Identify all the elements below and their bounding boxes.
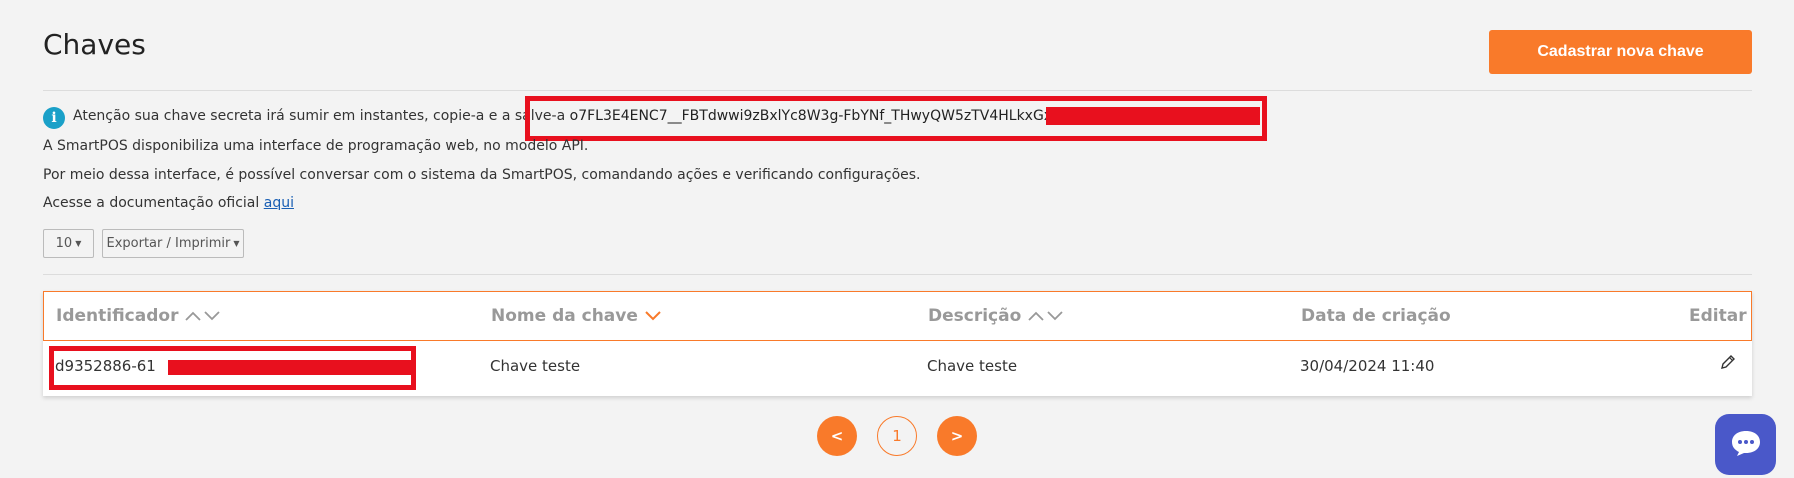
export-dropdown[interactable]: Exportar / Imprimir ▼ [102,229,244,258]
caret-down-icon: ▼ [233,239,240,248]
info-icon: i [43,107,65,129]
alert-message: Atenção sua chave secreta irá sumir em i… [73,108,566,124]
description-line-1: A SmartPOS disponibiliza uma interface d… [43,138,589,154]
column-label: Identificador [56,306,179,326]
add-key-button[interactable]: Cadastrar nova chave [1489,30,1752,74]
key-redaction-box [525,96,1267,141]
page-size-value: 10 [55,236,73,251]
export-label: Exportar / Imprimir [106,236,231,251]
description-line-3: Acesse a documentação oficial aqui [43,195,294,211]
column-data: Data de criação [1301,306,1451,326]
doc-link[interactable]: aqui [264,195,294,211]
column-descricao[interactable]: Descrição [928,306,1065,326]
cell-descricao: Chave teste [927,357,1018,375]
keys-table: Identificador Nome da chave Descrição Da… [43,291,1752,396]
page-1-button[interactable]: 1 [877,416,917,456]
column-editar: Editar [1689,306,1747,326]
sort-updown-icon[interactable] [1027,309,1065,323]
sort-updown-icon[interactable] [184,309,222,323]
chat-bubble-icon [1729,428,1763,462]
divider [43,90,1752,91]
prev-page-button[interactable]: < [817,416,857,456]
doc-text: Acesse a documentação oficial [43,195,260,211]
id-redaction-box [49,346,416,390]
column-identificador[interactable]: Identificador [56,306,222,326]
page-size-select[interactable]: 10 ▼ [43,229,94,258]
divider [43,274,1752,275]
column-label: Descrição [928,306,1022,326]
cell-data: 30/04/2024 11:40 [1300,357,1435,375]
description-line-2: Por meio dessa interface, é possível con… [43,167,921,183]
caret-down-icon: ▼ [75,239,82,248]
next-page-button[interactable]: > [937,416,977,456]
table-header: Identificador Nome da chave Descrição Da… [43,291,1752,341]
column-nome[interactable]: Nome da chave [491,306,662,326]
chat-button[interactable] [1715,414,1776,475]
cell-nome: Chave teste [490,357,581,375]
page-title: Chaves [43,28,146,61]
pencil-icon[interactable] [1719,353,1737,375]
column-label: Nome da chave [491,306,638,326]
sort-down-icon[interactable] [644,309,662,323]
